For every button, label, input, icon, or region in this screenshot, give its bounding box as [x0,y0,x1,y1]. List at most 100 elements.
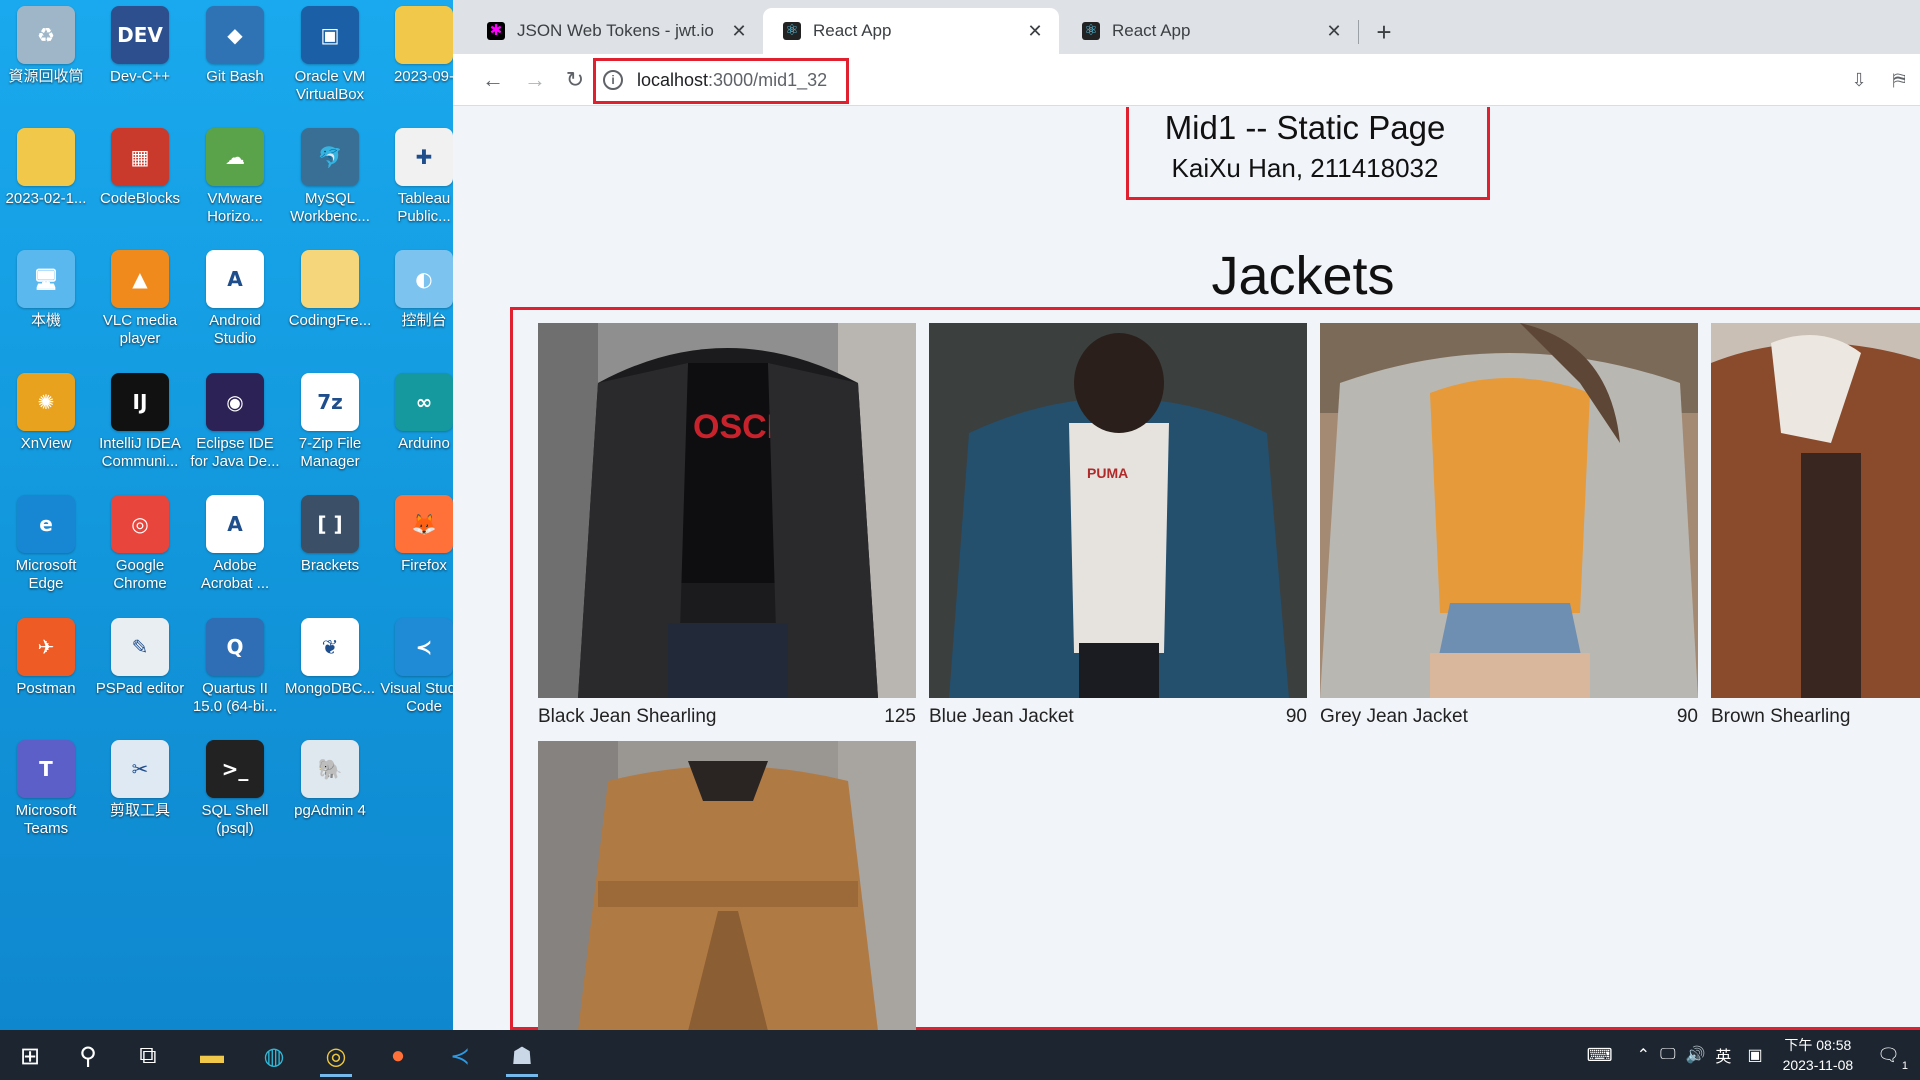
desktop-shortcut-label: Android Studio [209,312,261,347]
close-tab-icon[interactable]: ✕ [1322,21,1346,42]
desktop-shortcut[interactable]: ∞ Arduino [378,373,453,453]
clock[interactable]: 下午 08:58 2023-11-08 [1783,1035,1854,1075]
quartus-icon: Q [206,618,264,676]
tableau-icon: ✚ [395,128,453,186]
desktop-shortcut[interactable]: ▲ VLC media player [94,250,186,348]
acrobat-icon: A [206,495,264,553]
desktop-shortcut[interactable]: Q Quartus II 15.0 (64-bi... [189,618,281,716]
ime-mode-icon[interactable]: ▣ [1747,1045,1762,1065]
product-card[interactable] [538,741,916,1030]
grey-jacket-photo [1320,323,1698,698]
desktop-shortcut-label: Eclipse IDE for Java De... [190,435,280,470]
codeblocks-icon: ▦ [111,128,169,186]
translate-icon[interactable]: ⛿ [1885,66,1913,94]
chrome-icon[interactable]: ◎ [310,1035,362,1077]
chevron-up-icon[interactable]: ⌃ [1637,1045,1650,1065]
desktop-shortcut[interactable]: ▣ Oracle VM VirtualBox [284,6,376,104]
desktop: ♻ 資源回收筒 DEV Dev-C++ ◆ Git Bash ▣ Oracle VM Virt… [0,0,453,1030]
chrome-icon: ◎ [111,495,169,553]
desktop-shortcut[interactable]: 🦊 Firefox [378,495,453,575]
desktop-shortcut[interactable]: 7z 7-Zip File Manager [284,373,376,471]
desktop-shortcut-label: 資源回收筒 [8,68,84,85]
product-card[interactable]: PUMA Blue Jean Jacket 90 [929,323,1307,728]
desktop-shortcut-label: Microsoft Edge [15,557,77,592]
new-tab-button[interactable]: + [1367,16,1401,50]
keyboard-icon[interactable]: ⌨ [1587,1045,1613,1066]
desktop-shortcut[interactable]: ✺ XnView [0,373,92,453]
desktop-shortcut[interactable]: ❦ MongoDBC... [284,618,376,698]
tab-react-app[interactable]: ⚛ React App ✕ [1062,8,1358,54]
address-highlight-box [593,58,849,104]
reload-icon[interactable]: ↻ [559,64,591,96]
close-tab-icon[interactable]: ✕ [1023,21,1047,42]
pgadmin-icon: 🐘 [301,740,359,798]
desktop-shortcut-label: VMware Horizo... [207,190,263,225]
ime-indicator[interactable]: 英 [1715,1043,1731,1067]
desktop-shortcut[interactable]: CodingFre... [284,250,376,330]
vscode-icon[interactable]: ≺ [434,1035,486,1077]
file-explorer-icon[interactable]: ▬ [186,1035,238,1077]
desktop-shortcut-label: XnView [20,435,72,452]
edge-icon[interactable]: ◍ [248,1035,300,1077]
network-icon[interactable]: 🖵 [1660,1046,1675,1064]
desktop-shortcut[interactable]: e Microsoft Edge [0,495,92,593]
desktop-shortcut[interactable]: >_ SQL Shell (psql) [189,740,281,838]
desktop-shortcut[interactable]: ✂ 剪取工具 [94,740,186,820]
desktop-shortcut[interactable]: ◐ 控制台 [378,250,453,330]
desktop-shortcut[interactable]: ✚ Tableau Public... [378,128,453,226]
desktop-shortcut-label: Quartus II 15.0 (64-bi... [192,680,278,715]
desktop-shortcut-label: SQL Shell (psql) [201,802,269,837]
product-card[interactable]: Brown Shearling [1711,323,1920,728]
seven-zip-icon: 7z [301,373,359,431]
desktop-shortcut-label: MySQL Workbenc... [290,190,370,225]
desktop-shortcut[interactable]: ☁ VMware Horizo... [189,128,281,226]
desktop-shortcut-label: IntelliJ IDEA Communi... [99,435,181,470]
tab-jwt[interactable]: ✱ JSON Web Tokens - jwt.io ✕ [467,8,763,54]
desktop-shortcut[interactable]: ✈ Postman [0,618,92,698]
notification-icon[interactable]: 🗨 1 [1877,1045,1908,1072]
back-icon[interactable]: ← [477,64,509,96]
forward-icon[interactable]: → [519,64,551,96]
start-icon[interactable]: ⊞ [4,1035,56,1077]
desktop-shortcut-label: Adobe Acrobat ... [200,557,270,592]
desktop-shortcut[interactable]: [ ] Brackets [284,495,376,575]
desktop-shortcut[interactable]: ▦ CodeBlocks [94,128,186,208]
section-heading: Jackets [1211,246,1395,306]
desktop-shortcut-label: Git Bash [206,68,264,85]
firefox-icon[interactable]: ● [372,1035,424,1077]
tab-react-app-active[interactable]: ⚛ React App ✕ [763,8,1059,54]
install-app-icon[interactable]: ⇩ [1845,66,1873,94]
product-card[interactable]: Grey Jean Jacket 90 [1320,323,1698,728]
desktop-shortcut[interactable]: A Android Studio [189,250,281,348]
search-icon[interactable]: ⚲ [62,1035,114,1077]
pgadmin-icon[interactable]: ☗ [496,1035,548,1077]
desktop-shortcut-label: 剪取工具 [109,802,170,819]
desktop-shortcut[interactable]: 2023-02-1... [0,128,92,208]
product-card[interactable]: OSCH Black Jean Shearling 125 [538,323,916,728]
desktop-shortcut[interactable]: A Adobe Acrobat ... [189,495,281,593]
desktop-shortcut[interactable]: 2023-09- [378,6,453,86]
desktop-shortcut[interactable]: 🐬 MySQL Workbenc... [284,128,376,226]
tab-separator [1358,20,1359,44]
desktop-shortcut[interactable]: ◉ Eclipse IDE for Java De... [189,373,281,471]
desktop-shortcut[interactable]: IJ IntelliJ IDEA Communi... [94,373,186,471]
desktop-shortcut[interactable]: ◆ Git Bash [189,6,281,86]
psql-icon: >_ [206,740,264,798]
product-name: Blue Jean Jacket [929,706,1074,727]
desktop-shortcut[interactable]: DEV Dev-C++ [94,6,186,86]
desktop-shortcut[interactable]: ≺ Visual Studio Code [378,618,453,716]
eclipse-icon: ◉ [206,373,264,431]
close-tab-icon[interactable]: ✕ [727,21,751,42]
desktop-shortcut[interactable]: T Microsoft Teams [0,740,92,838]
desktop-shortcut-label: CodingFre... [288,312,372,329]
browser-toolbar: ← → ↻ i localhost:3000/mid1_32 ⇩ ⛿ [453,54,1920,106]
desktop-shortcut[interactable]: ✎ PSPad editor [94,618,186,698]
desktop-shortcut-label: 2023-09- [393,68,453,85]
desktop-shortcut[interactable]: 🖥 本機 [0,250,92,330]
volume-icon[interactable]: 🔊 [1686,1045,1706,1065]
desktop-shortcut[interactable]: ♻ 資源回收筒 [0,6,92,86]
task-view-icon[interactable]: ⧉ [122,1035,174,1077]
desktop-shortcut[interactable]: ◎ Google Chrome [94,495,186,593]
desktop-shortcut[interactable]: 🐘 pgAdmin 4 [284,740,376,820]
postman-icon: ✈ [17,618,75,676]
